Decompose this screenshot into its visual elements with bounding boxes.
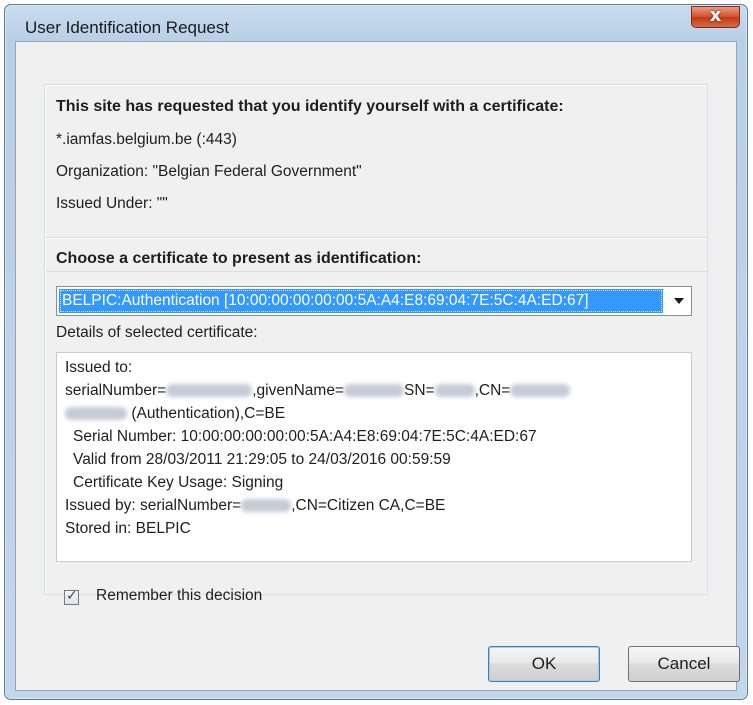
dialog-window: User Identification Request x This site … <box>4 4 748 700</box>
certificate-details-box[interactable]: Issued to: serialNumber= ,givenName= SN= ,C… <box>56 352 692 562</box>
close-icon: x <box>709 5 722 26</box>
title-bar[interactable]: User Identification Request x <box>5 5 747 43</box>
redacted-given-name <box>344 384 404 398</box>
close-button[interactable]: x <box>691 5 740 28</box>
details-validity: Valid from 28/03/2011 21:29:05 to 24/03/… <box>73 451 451 468</box>
request-organization: Organization: "Belgian Federal Governmen… <box>56 163 362 180</box>
cancel-button[interactable]: Cancel <box>628 646 740 682</box>
details-stored-in: Stored in: BELPIC <box>65 520 191 537</box>
subject-cn-suffix: (Authentication),C=BE <box>131 405 286 422</box>
issuer-cn-label: ,CN=Citizen CA,C=BE <box>291 497 446 514</box>
subject-given-name-label: ,givenName= <box>252 382 344 399</box>
redacted-common-name <box>510 384 571 398</box>
details-subject-line-2: (Authentication),C=BE <box>65 405 285 423</box>
request-host: *.iamfas.belgium.be (:443) <box>56 131 237 148</box>
redacted-serial-number <box>166 384 253 398</box>
remember-decision-checkbox[interactable]: ✓ <box>64 588 79 605</box>
redacted-issuer-serial <box>241 499 292 513</box>
details-issued-to-label: Issued to: <box>65 359 133 376</box>
checkmark-icon: ✓ <box>66 588 78 604</box>
certificate-select[interactable]: BELPIC:Authentication [10:00:00:00:00:00… <box>56 286 692 316</box>
details-serial-number: Serial Number: 10:00:00:00:00:00:5A:A4:E… <box>73 428 537 445</box>
details-key-usage: Certificate Key Usage: Signing <box>73 474 284 491</box>
certificate-selected-value: BELPIC:Authentication [10:00:00:00:00:00… <box>59 289 663 313</box>
remember-decision-label[interactable]: Remember this decision <box>96 587 262 605</box>
dialog-client-area: This site has requested that you identif… <box>15 41 740 691</box>
window-title: User Identification Request <box>25 18 230 37</box>
subject-serial-label: serialNumber= <box>65 382 167 399</box>
subject-sn-label: SN= <box>404 382 435 399</box>
details-issued-by: Issued by: serialNumber= ,CN=Citizen CA,C… <box>65 497 445 515</box>
ok-button[interactable]: OK <box>488 646 600 682</box>
request-issued-under: Issued Under: "" <box>56 195 168 212</box>
chevron-down-icon[interactable] <box>674 298 684 304</box>
request-heading: This site has requested that you identif… <box>56 98 564 115</box>
details-subject-line: serialNumber= ,givenName= SN= ,CN= <box>65 382 571 400</box>
redacted-surname <box>434 384 475 398</box>
redacted-common-name-2 <box>65 407 127 421</box>
issuer-serial-label: Issued by: serialNumber= <box>65 497 242 514</box>
choose-certificate-label: Choose a certificate to present as ident… <box>56 250 422 267</box>
details-label: Details of selected certificate: <box>56 324 258 341</box>
subject-cn-label: ,CN= <box>474 382 511 399</box>
